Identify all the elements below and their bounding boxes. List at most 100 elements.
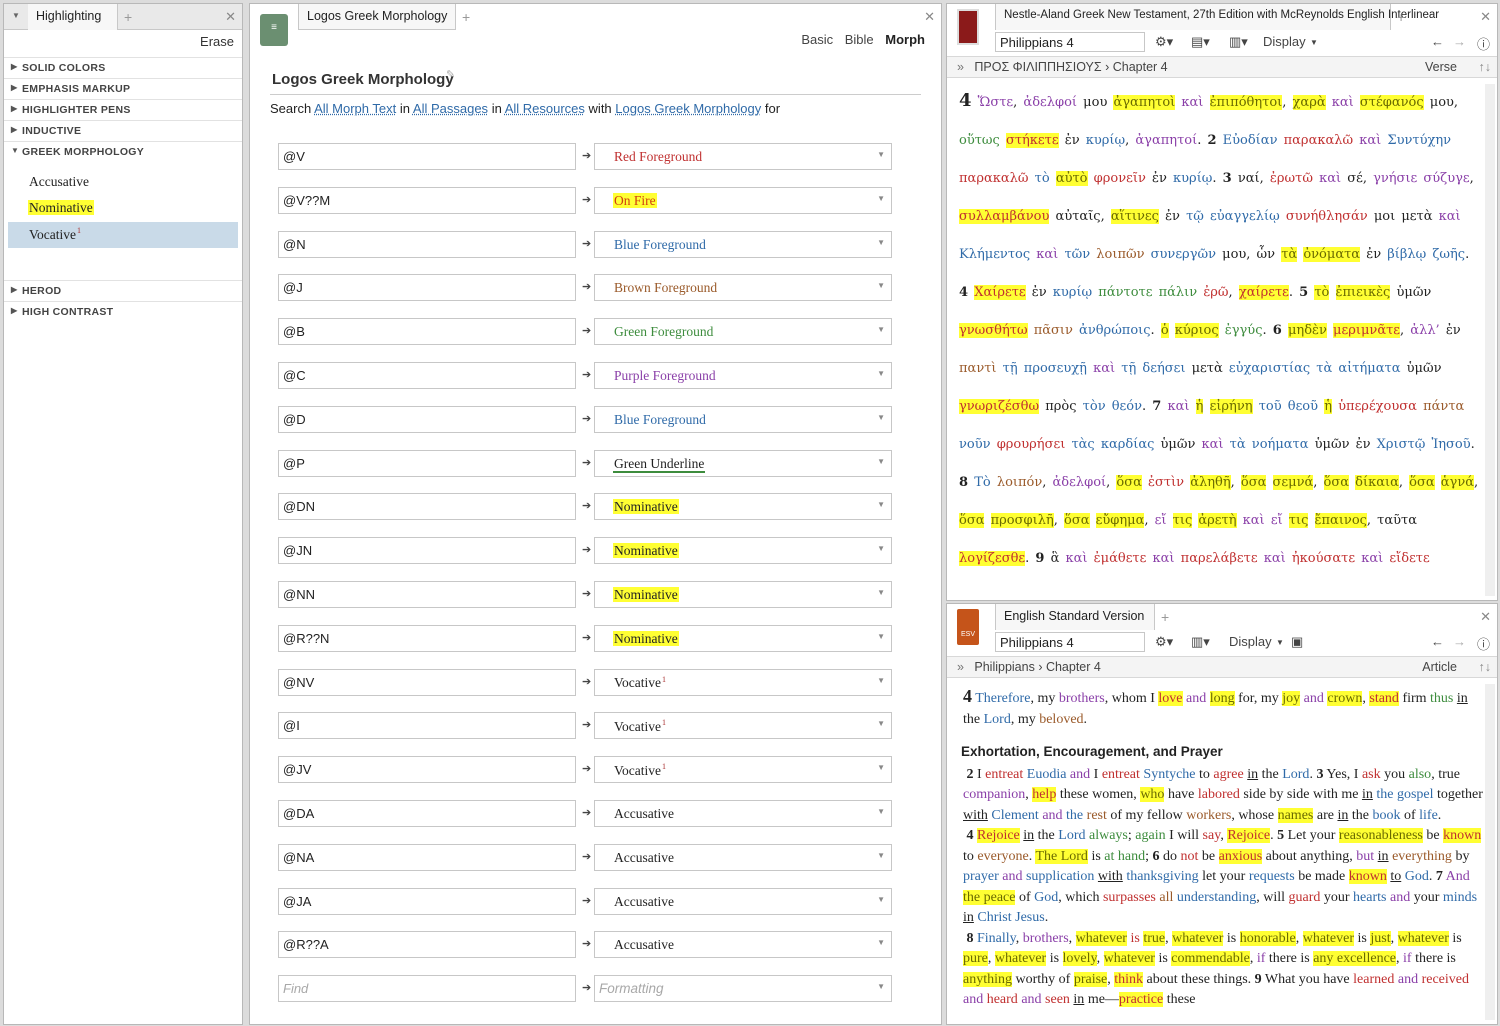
tab-na27[interactable]: Nestle-Aland Greek New Testament, 27th E… (995, 4, 1439, 30)
query-input[interactable]: @NN (278, 581, 576, 608)
format-select[interactable]: Vocative1 ▼ (594, 756, 892, 784)
panel-menu-icon[interactable]: ▼ (12, 11, 20, 20)
add-tab-icon[interactable]: + (1397, 9, 1405, 25)
chevron-down-icon[interactable]: ▼ (877, 238, 885, 247)
format-select[interactable]: Vocative1 ▼ (594, 712, 892, 740)
chevron-down-icon[interactable]: ▼ (877, 413, 885, 422)
chevron-down-icon[interactable]: ▼ (877, 763, 885, 772)
format-select[interactable]: Red Foreground ▼ (594, 143, 892, 170)
query-input[interactable]: @B (278, 318, 576, 346)
find-input[interactable]: Find (278, 975, 576, 1003)
display-menu[interactable]: Display (1229, 634, 1272, 649)
format-select[interactable]: Nominative ▼ (594, 537, 892, 565)
chevron-down-icon[interactable]: ▼ (877, 982, 885, 991)
scroll-arrows-icon[interactable]: ↑↓ (1479, 60, 1492, 74)
query-input[interactable]: @DA (278, 800, 576, 827)
chevron-down-icon[interactable]: ▼ (877, 676, 885, 685)
query-input[interactable]: @JV (278, 756, 576, 784)
category-inductive[interactable]: ▶ INDUCTIVE (4, 120, 242, 141)
style-nominative[interactable]: Nominative (8, 196, 238, 222)
esv-book-icon[interactable]: ESV (957, 609, 979, 645)
scroll-arrows-icon[interactable]: ↑↓ (1479, 660, 1492, 674)
verse-menu[interactable]: Verse (1425, 60, 1457, 74)
chevron-down-icon[interactable]: ▼ (877, 325, 885, 334)
query-input[interactable]: @NA (278, 843, 576, 871)
add-tab-icon[interactable]: + (1161, 609, 1169, 625)
category-solid-colors[interactable]: ▶ SOLID COLORS (4, 57, 242, 78)
chevron-down-icon[interactable]: ▼ (877, 150, 885, 159)
query-input[interactable]: @N (278, 230, 576, 258)
query-input[interactable]: @NV (278, 668, 576, 696)
visual-filter-icon[interactable]: ⚙▾ (1155, 634, 1173, 650)
tab-basic[interactable]: Basic (801, 32, 833, 47)
format-select[interactable]: Nominative ▼ (594, 624, 892, 652)
tab-highlighting[interactable]: Highlighting (28, 4, 118, 30)
link-all-resources[interactable]: All Resources (505, 101, 585, 116)
chevron-down-icon[interactable]: ▼ (877, 938, 885, 947)
link-logos-greek-morphology[interactable]: Logos Greek Morphology (615, 101, 761, 116)
query-input[interactable]: @J (278, 274, 576, 302)
format-select[interactable]: Green Underline ▼ (594, 449, 892, 477)
close-icon[interactable]: ✕ (225, 9, 236, 25)
category-herod[interactable]: ▶ HEROD (4, 280, 242, 301)
style-vocative[interactable]: Vocative1 (8, 222, 238, 248)
notes-icon[interactable]: ▣ (1291, 634, 1303, 650)
chevron-down-icon[interactable]: ▼ (877, 500, 885, 509)
style-accusative[interactable]: Accusative (8, 170, 238, 196)
query-input[interactable]: @V??M (278, 186, 576, 214)
category-emphasis-markup[interactable]: ▶ EMPHASIS MARKUP (4, 78, 242, 99)
erase-button[interactable]: Erase (200, 34, 234, 49)
back-icon[interactable]: ← (1431, 34, 1444, 49)
document-icon[interactable]: ≡ (260, 14, 288, 46)
format-select[interactable]: Nominative ▼ (594, 581, 892, 608)
query-input[interactable]: @R??A (278, 931, 576, 959)
breadcrumb-book[interactable]: Philippians (974, 660, 1034, 674)
page-title[interactable]: Logos Greek Morphology (272, 71, 454, 88)
format-select[interactable]: Blue Foreground ▼ (594, 405, 892, 433)
format-select[interactable]: Vocative1 ▼ (594, 668, 892, 696)
close-icon[interactable]: ✕ (924, 9, 935, 25)
close-icon[interactable]: ✕ (1480, 609, 1491, 625)
add-tab-icon[interactable]: + (462, 9, 470, 25)
chevron-down-icon[interactable]: ▼ (877, 588, 885, 597)
query-input[interactable]: @JN (278, 537, 576, 565)
chevron-down-icon[interactable]: ▼ (877, 632, 885, 641)
tab-morph[interactable]: Morph (885, 32, 925, 47)
query-input[interactable]: @C (278, 362, 576, 389)
info-icon[interactable]: ⓘ (1477, 34, 1490, 53)
format-select[interactable]: Blue Foreground ▼ (594, 230, 892, 258)
chevron-down-icon[interactable]: ▼ (877, 457, 885, 466)
formatting-select[interactable]: Formatting ▼ (594, 975, 892, 1003)
format-select[interactable]: On Fire ▼ (594, 186, 892, 214)
parallel-icon[interactable]: ▤▾ (1191, 34, 1210, 50)
tab-logos-greek-morphology[interactable]: Logos Greek Morphology (298, 4, 456, 30)
query-input[interactable]: @R??N (278, 624, 576, 652)
breadcrumb-chapter[interactable]: Chapter 4 (1046, 660, 1101, 674)
chevron-down-icon[interactable]: ▼ (877, 851, 885, 860)
tab-esv[interactable]: English Standard Version (995, 604, 1155, 630)
query-input[interactable]: @D (278, 405, 576, 433)
link-all-morph-text[interactable]: All Morph Text (314, 101, 396, 116)
article-menu[interactable]: Article (1422, 660, 1457, 674)
format-select[interactable]: Purple Foreground ▼ (594, 362, 892, 389)
link-all-passages[interactable]: All Passages (413, 101, 488, 116)
edit-icon[interactable]: ✎ (446, 68, 455, 81)
book-icon[interactable] (957, 9, 979, 45)
reference-input[interactable]: Philippians 4 (995, 32, 1145, 52)
category-highlighter-pens[interactable]: ▶ HIGHLIGHTER PENS (4, 99, 242, 120)
chevron-down-icon[interactable]: ▼ (877, 194, 885, 203)
chevron-down-icon[interactable]: ▼ (877, 281, 885, 290)
format-select[interactable]: Accusative ▼ (594, 887, 892, 915)
forward-icon[interactable]: → (1453, 34, 1466, 49)
columns-icon[interactable]: ▥▾ (1229, 34, 1248, 50)
breadcrumb-book[interactable]: ΠΡΟΣ ΦΙΛΙΠΠΗΣΙΟΥΣ (974, 60, 1101, 74)
close-icon[interactable]: ✕ (1480, 9, 1491, 25)
category-high-contrast[interactable]: ▶ HIGH CONTRAST (4, 301, 242, 322)
query-input[interactable]: @P (278, 449, 576, 477)
format-select[interactable]: Green Foreground ▼ (594, 318, 892, 346)
format-select[interactable]: Accusative ▼ (594, 800, 892, 827)
breadcrumb-chapter[interactable]: Chapter 4 (1113, 60, 1168, 74)
format-select[interactable]: Nominative ▼ (594, 493, 892, 521)
back-icon[interactable]: ← (1431, 634, 1444, 649)
add-tab-icon[interactable]: + (124, 9, 132, 25)
